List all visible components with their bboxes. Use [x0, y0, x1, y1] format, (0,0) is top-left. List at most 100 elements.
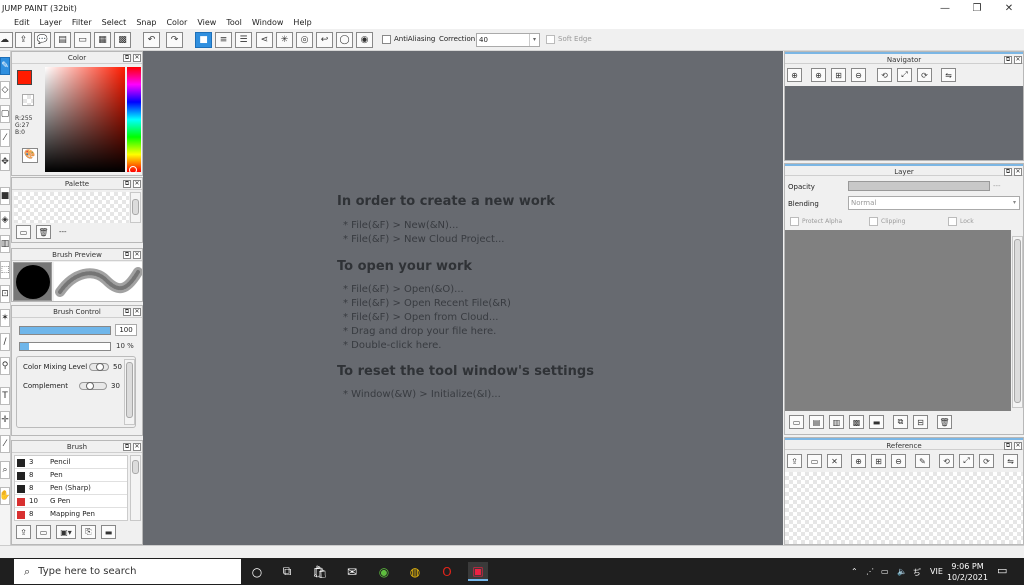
horizontal-lines-icon[interactable]: ≡: [215, 32, 232, 48]
brush-list-item[interactable]: 8 Mapping Pen: [15, 509, 127, 521]
battery-icon[interactable]: ▭: [881, 567, 889, 576]
concentric-icon[interactable]: ◎: [296, 32, 313, 48]
pencil-tool-icon[interactable]: ∕: [0, 333, 10, 351]
palette-scrollbar[interactable]: [130, 192, 141, 223]
target-icon[interactable]: ◉: [356, 32, 373, 48]
move-tool-icon[interactable]: ✥: [0, 153, 10, 171]
layer-list[interactable]: [785, 230, 1011, 411]
pen-tool-icon[interactable]: ✎: [0, 57, 10, 75]
system-clock[interactable]: 9:06 PM 10/2/2021: [947, 561, 988, 583]
close-icon[interactable]: ✕: [1014, 442, 1022, 450]
stripe-lines-icon[interactable]: ☰: [235, 32, 252, 48]
fit-window-icon[interactable]: ⤢: [897, 68, 912, 82]
speech-bubble-icon[interactable]: 💬: [34, 32, 51, 48]
antialiasing-checkbox[interactable]: [382, 35, 391, 44]
brush-list-scrollbar[interactable]: [130, 455, 141, 521]
rotate-left-icon[interactable]: ⟲: [877, 68, 892, 82]
eyedropper-icon[interactable]: ⁄: [0, 435, 10, 453]
ime-icon[interactable]: ぢ: [913, 567, 921, 578]
chevron-down-icon[interactable]: ▾: [529, 34, 539, 46]
restore-button[interactable]: ❐: [962, 0, 992, 16]
layer-opacity-slider[interactable]: [848, 181, 990, 191]
new-palette-icon[interactable]: ▭: [16, 225, 31, 239]
float-icon[interactable]: ⧉: [123, 180, 131, 188]
color-mixing-slider[interactable]: [89, 363, 109, 371]
merge-layer-icon[interactable]: ⊟: [913, 415, 928, 429]
palette-picker-icon[interactable]: 🎨: [22, 148, 38, 163]
hue-slider[interactable]: [127, 67, 141, 172]
brush-list-item[interactable]: 8 Pen (Sharp): [15, 483, 127, 495]
jump-paint-taskbar-icon[interactable]: ▣: [468, 562, 488, 581]
protect-alpha-checkbox[interactable]: [790, 217, 799, 226]
notification-icon[interactable]: ▭: [997, 564, 1007, 577]
start-button[interactable]: [0, 558, 14, 585]
reference-flip-icon[interactable]: ⇋: [1003, 454, 1018, 468]
new-halftone-layer-icon[interactable]: ▩: [849, 415, 864, 429]
grid-icon[interactable]: ▩: [114, 32, 131, 48]
brush-size-slider[interactable]: [19, 326, 111, 335]
opera-icon[interactable]: O: [437, 562, 457, 581]
cortana-icon[interactable]: ○: [247, 562, 267, 581]
float-icon[interactable]: ⧉: [1004, 168, 1012, 176]
redo-icon[interactable]: ↷: [166, 32, 183, 48]
close-icon[interactable]: ✕: [133, 54, 141, 62]
brush-opacity-slider[interactable]: [19, 342, 111, 351]
brush-folder-icon[interactable]: ▭: [36, 525, 51, 539]
close-icon[interactable]: ✕: [133, 251, 141, 259]
navigator-preview[interactable]: [785, 86, 1023, 160]
float-icon[interactable]: ⧉: [123, 443, 131, 451]
lasso-tool-icon[interactable]: ⬚: [0, 261, 10, 279]
flip-icon[interactable]: ⇋: [941, 68, 956, 82]
palette-swatch-area[interactable]: [14, 192, 129, 223]
hand-tool-icon[interactable]: ✋: [0, 487, 11, 505]
cloud-icon[interactable]: ☁: [0, 32, 13, 48]
reference-rotate-right-icon[interactable]: ⟳: [979, 454, 994, 468]
normal-stroke-icon[interactable]: ■: [195, 32, 212, 48]
menu-edit[interactable]: Edit: [0, 16, 35, 29]
correction-input[interactable]: 40 ▾: [476, 33, 540, 47]
float-icon[interactable]: ⧉: [123, 308, 131, 316]
zoom-out-icon[interactable]: ⊖: [851, 68, 866, 82]
new-folder-icon[interactable]: ▬: [869, 415, 884, 429]
menu-view[interactable]: View: [192, 16, 221, 29]
store-icon[interactable]: 🛍: [310, 562, 330, 581]
brush-control-scrollbar[interactable]: [124, 359, 135, 425]
magic-wand-icon[interactable]: ✶: [0, 309, 10, 327]
blending-select[interactable]: Normal ▾: [848, 196, 1020, 210]
menu-help[interactable]: Help: [288, 16, 316, 29]
menu-window[interactable]: Window: [247, 16, 289, 29]
volume-icon[interactable]: 🔈: [897, 567, 907, 576]
reference-upload-icon[interactable]: ⇪: [787, 454, 802, 468]
page-icon[interactable]: ▦: [94, 32, 111, 48]
brush-upload-icon[interactable]: ⇪: [16, 525, 31, 539]
zoom-actual-icon[interactable]: ⊞: [831, 68, 846, 82]
tray-chevron-icon[interactable]: ⌃: [851, 567, 858, 576]
soft-edge-checkbox[interactable]: [546, 35, 555, 44]
task-view-icon[interactable]: ⧉: [277, 562, 297, 581]
chevron-down-icon[interactable]: ▾: [1013, 197, 1016, 209]
rotate-right-icon[interactable]: ⟳: [917, 68, 932, 82]
select-tool-icon[interactable]: ▢: [0, 105, 10, 123]
browser-icon[interactable]: ◉: [374, 562, 394, 581]
foreground-color-swatch[interactable]: [17, 70, 32, 85]
copy-layer-icon[interactable]: ⧉: [893, 415, 908, 429]
taskbar-search-box[interactable]: ⌕ Type here to search: [14, 559, 241, 584]
circle-icon[interactable]: ◯: [336, 32, 353, 48]
mail-icon[interactable]: ✉: [342, 562, 362, 581]
new-layer-1bit-icon[interactable]: ▤: [809, 415, 824, 429]
dropper-tool-icon[interactable]: ⚲: [0, 357, 10, 375]
zoom-fit-icon[interactable]: ⊕: [787, 68, 802, 82]
bucket-tool-icon[interactable]: ◈: [0, 211, 10, 229]
menu-snap[interactable]: Snap: [131, 16, 161, 29]
minimize-button[interactable]: —: [930, 0, 960, 16]
curve-icon[interactable]: ↩: [316, 32, 333, 48]
gradient-tool-icon[interactable]: ▥: [0, 235, 10, 253]
reference-actual-size-icon[interactable]: ⊞: [871, 454, 886, 468]
menu-layer[interactable]: Layer: [35, 16, 67, 29]
brush-list-item[interactable]: 3 Pencil: [15, 457, 127, 469]
brush-copy-icon[interactable]: ⎘: [81, 525, 96, 539]
float-icon[interactable]: ⧉: [123, 54, 131, 62]
layer-list-scrollbar[interactable]: [1012, 236, 1023, 408]
brush-list-item[interactable]: 10 G Pen: [15, 496, 127, 508]
brush-group-icon[interactable]: ▬: [101, 525, 116, 539]
